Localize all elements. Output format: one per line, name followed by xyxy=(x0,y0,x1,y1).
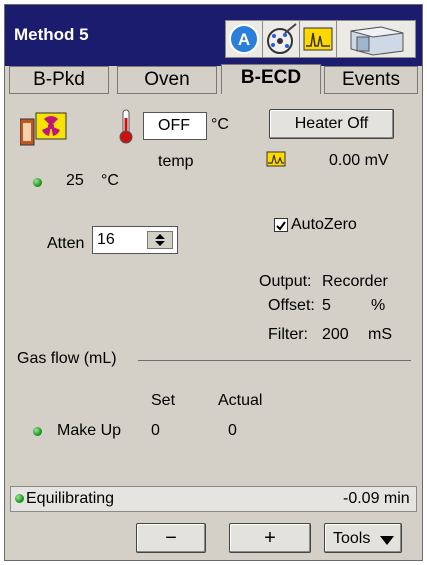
injector-icon-button[interactable] xyxy=(262,20,300,58)
status-text: Equilibrating xyxy=(26,490,115,507)
gas-row-name: Make Up xyxy=(57,422,122,439)
chromatogram-icon-button[interactable] xyxy=(299,20,337,58)
gas-row-set: 0 xyxy=(151,422,160,439)
thermometer-icon xyxy=(117,108,135,144)
autozero-checkbox[interactable] xyxy=(274,218,288,232)
atten-stepper[interactable]: 16 xyxy=(92,226,178,254)
filter-label: Filter: xyxy=(268,326,308,343)
heater-off-button[interactable]: Heater Off xyxy=(269,109,394,139)
autosampler-icon: A xyxy=(229,24,259,54)
window-title: Method 5 xyxy=(14,25,89,44)
increment-button[interactable]: + xyxy=(229,523,311,553)
tab-b-ecd[interactable]: B-ECD xyxy=(221,64,321,94)
makeup-status-led xyxy=(33,427,42,436)
offset-value: 5 xyxy=(322,297,331,314)
check-icon xyxy=(276,221,286,231)
temperature-unit: °C xyxy=(211,116,229,133)
dropdown-arrow-icon xyxy=(380,536,394,545)
output-label: Output: xyxy=(259,273,312,290)
tab-b-pkd[interactable]: B-Pkd xyxy=(9,66,109,94)
offset-label: Offset: xyxy=(268,297,315,314)
temperature-status-led xyxy=(33,178,42,187)
instrument-icon-button[interactable] xyxy=(336,20,416,58)
section-divider xyxy=(138,360,411,361)
tools-menu-button[interactable]: Tools xyxy=(324,523,402,553)
actual-temperature-unit: °C xyxy=(101,172,119,189)
ecd-radiation-icon xyxy=(19,107,72,155)
temperature-setpoint-field[interactable]: OFF xyxy=(143,112,207,140)
tab-oven[interactable]: Oven xyxy=(117,66,217,94)
autozero-label: AutoZero xyxy=(291,216,357,233)
atten-value: 16 xyxy=(97,231,115,248)
autosampler-icon-button[interactable]: A xyxy=(225,20,263,58)
signal-value: 0.00 mV xyxy=(329,152,389,169)
offset-unit: % xyxy=(371,297,386,314)
instrument-icon xyxy=(350,26,404,56)
atten-label: Atten xyxy=(47,235,85,252)
temperature-label: temp xyxy=(158,153,194,170)
gas-column-set: Set xyxy=(151,392,176,409)
injector-icon xyxy=(267,23,297,54)
tab-events[interactable]: Events xyxy=(324,66,418,94)
actual-temperature: 25 xyxy=(66,172,84,189)
filter-unit: mS xyxy=(368,326,392,343)
decrement-button[interactable]: − xyxy=(136,523,206,553)
tools-label: Tools xyxy=(333,530,371,547)
signal-icon xyxy=(266,151,286,167)
gas-row-actual: 0 xyxy=(228,422,237,439)
status-time: -0.09 min xyxy=(343,490,410,507)
svg-text:A: A xyxy=(238,30,250,49)
status-led xyxy=(15,494,24,503)
gas-flow-section-label: Gas flow (mL) xyxy=(17,350,117,367)
chromatogram-icon xyxy=(303,27,333,51)
output-value: Recorder xyxy=(322,273,388,290)
gas-column-actual: Actual xyxy=(218,392,263,409)
filter-value: 200 xyxy=(322,326,349,343)
spin-arrows-icon[interactable] xyxy=(147,231,173,249)
